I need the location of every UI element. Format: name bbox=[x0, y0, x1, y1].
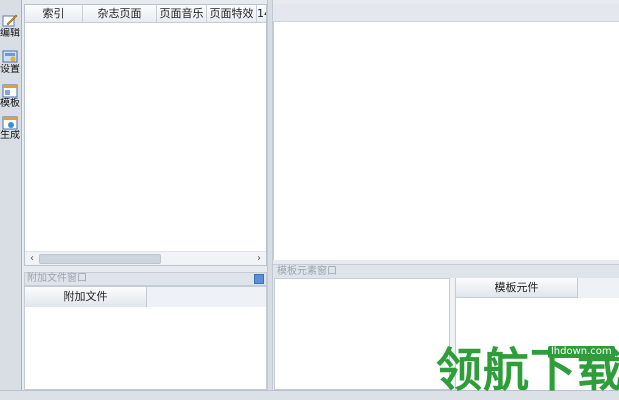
column-header-index[interactable]: 索引 bbox=[25, 5, 83, 22]
page-list-panel[interactable]: 索引 杂志页面 页面音乐 页面特效 14 ‹ › bbox=[24, 4, 267, 266]
edit-icon bbox=[2, 14, 18, 27]
collapse-icon[interactable] bbox=[254, 274, 264, 284]
preview-area[interactable] bbox=[273, 22, 619, 260]
attach-file-header: 附加文件 bbox=[25, 287, 266, 307]
attach-window-title: 附加文件窗口 bbox=[24, 272, 267, 286]
column-header-template-element[interactable]: 模板元件 bbox=[456, 278, 578, 298]
toolbar-template-button[interactable]: 模板 bbox=[0, 82, 22, 112]
template-icon bbox=[2, 84, 18, 98]
settings-icon bbox=[2, 50, 18, 63]
toolbar-template-label: 模板 bbox=[0, 98, 20, 109]
attach-file-panel[interactable]: 附加文件 bbox=[24, 286, 267, 390]
build-icon bbox=[2, 116, 18, 130]
template-header-filler bbox=[578, 278, 619, 298]
template-window-title: 模板元素窗口 bbox=[273, 264, 619, 278]
template-window-title-text: 模板元素窗口 bbox=[277, 266, 337, 277]
side-toolbar: 编辑 设置 模板 生成 bbox=[0, 0, 22, 390]
attach-window-title-text: 附加文件窗口 bbox=[27, 273, 87, 284]
column-header-page[interactable]: 杂志页面 bbox=[83, 5, 157, 22]
toolbar-settings-button[interactable]: 设置 bbox=[0, 48, 22, 78]
toolbar-build-label: 生成 bbox=[0, 130, 20, 141]
column-header-extra[interactable]: 14 bbox=[257, 5, 266, 22]
template-element-left-panel[interactable] bbox=[274, 278, 450, 390]
toolbar-build-button[interactable]: 生成 bbox=[0, 114, 22, 144]
toolbar-edit-label: 编辑 bbox=[0, 28, 20, 39]
watermark-url: lhdown.com bbox=[548, 346, 615, 358]
toolbar-settings-label: 设置 bbox=[0, 64, 20, 75]
preview-toolbar bbox=[273, 4, 619, 22]
page-list-header: 索引 杂志页面 页面音乐 页面特效 14 bbox=[25, 5, 266, 23]
column-header-effect[interactable]: 页面特效 bbox=[207, 5, 257, 22]
horizontal-scrollbar[interactable]: ‹ › bbox=[25, 251, 266, 265]
scrollbar-thumb[interactable] bbox=[39, 254, 161, 264]
column-header-attach-file[interactable]: 附加文件 bbox=[25, 287, 147, 307]
toolbar-edit-button[interactable]: 编辑 bbox=[0, 12, 22, 42]
column-header-music[interactable]: 页面音乐 bbox=[157, 5, 207, 22]
scroll-right-icon[interactable]: › bbox=[252, 252, 266, 266]
scroll-left-icon[interactable]: ‹ bbox=[25, 252, 39, 266]
